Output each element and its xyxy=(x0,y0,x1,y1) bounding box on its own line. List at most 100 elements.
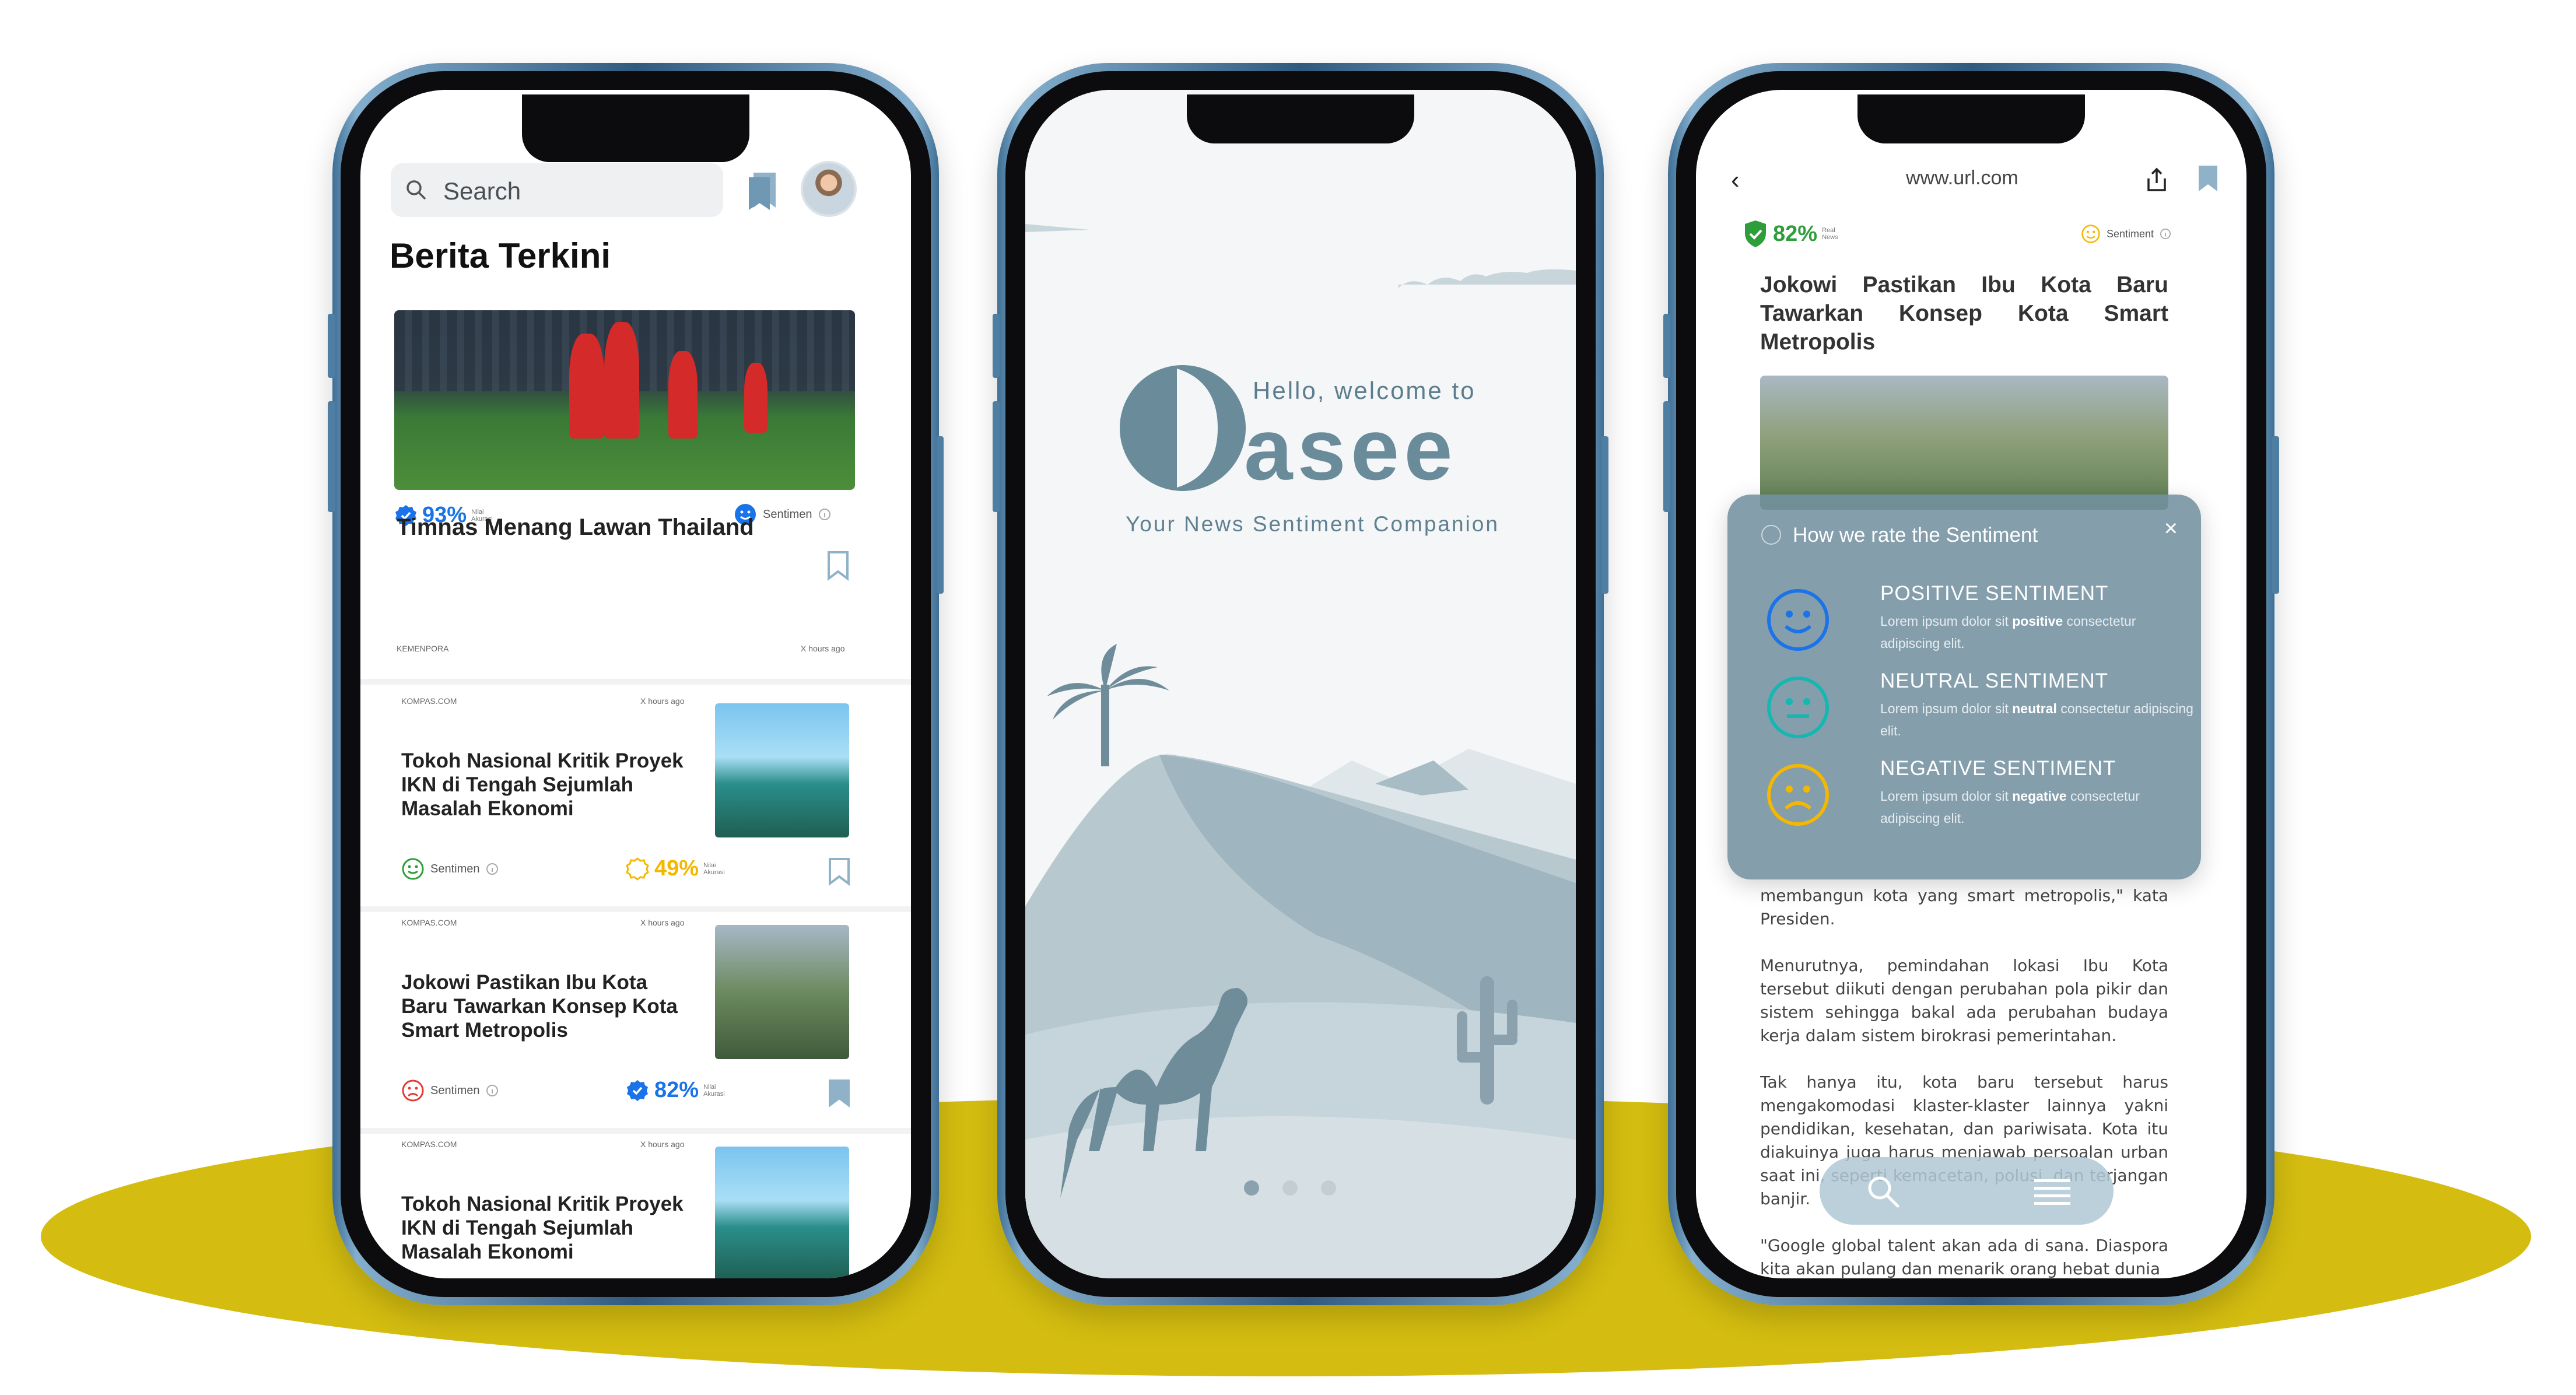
app-wordmark: asee xyxy=(1244,400,1457,498)
headline-line: Tawarkan Konsep Kota Smart xyxy=(1760,301,2168,326)
neutral-face-icon xyxy=(1767,677,1829,738)
info-icon xyxy=(486,1085,498,1096)
news-headline[interactable]: Tokoh Nasional Kritik Proyek IKN di Teng… xyxy=(401,749,699,821)
sentiment-name: NEUTRAL SENTIMENT xyxy=(1880,670,2109,692)
sentiment-description: Lorem ipsum dolor sit neutral consectetu… xyxy=(1880,701,2193,738)
article-image xyxy=(1760,376,2168,510)
warning-badge-icon xyxy=(626,857,649,881)
share-icon[interactable] xyxy=(2145,167,2168,192)
sentiment-indicator[interactable]: Sentimen xyxy=(401,857,499,881)
sentiment-name: NEGATIVE SENTIMENT xyxy=(1880,757,2116,780)
neutral-face-icon xyxy=(402,858,424,880)
negative-face-icon xyxy=(1767,764,1829,826)
negative-face-icon xyxy=(402,1079,424,1102)
bookmark-icon[interactable] xyxy=(826,551,850,581)
sentiment-label: Sentimen xyxy=(430,1084,480,1097)
accuracy-badge: 82% Real News xyxy=(1743,219,1838,248)
shield-check-icon xyxy=(1745,220,1766,247)
page-dot-active[interactable] xyxy=(1244,1180,1259,1196)
info-icon xyxy=(486,863,498,875)
phone-side-button xyxy=(993,401,1000,512)
news-time: X hours ago xyxy=(801,644,845,653)
info-icon xyxy=(1761,525,1781,545)
sentiment-name: POSITIVE SENTIMENT xyxy=(1880,582,2109,605)
phone-notch xyxy=(1857,94,2085,143)
menu-icon[interactable] xyxy=(2033,1177,2072,1207)
feed-screen: Search Berita Terkini 93% Nilai Akurasi S… xyxy=(360,90,911,1278)
accuracy-label: Real News xyxy=(1822,227,1838,241)
phone-side-button xyxy=(1663,401,1670,512)
info-icon xyxy=(2160,228,2171,240)
verified-badge-icon xyxy=(627,1079,648,1101)
oasee-logo-icon xyxy=(1120,365,1246,491)
sentiment-indicator[interactable]: Sentiment xyxy=(2081,224,2171,244)
page-indicator[interactable] xyxy=(1244,1180,1336,1196)
avatar[interactable] xyxy=(801,161,857,217)
news-card[interactable]: KOMPAS.COM X hours ago Tokoh Nasional Kr… xyxy=(360,1128,911,1278)
news-time: X hours ago xyxy=(640,696,685,706)
search-input[interactable]: Search xyxy=(391,163,723,217)
accuracy-label: Nilai Akurasi xyxy=(703,1083,725,1098)
search-icon xyxy=(406,180,426,199)
divider xyxy=(360,679,911,685)
news-source: KOMPAS.COM xyxy=(401,918,457,927)
search-placeholder: Search xyxy=(443,177,521,205)
news-source: KEMENPORA xyxy=(397,644,449,653)
phone-mockup-article: ‹ www.url.com 82% Real News Sentiment Jok… xyxy=(1663,63,2279,1305)
info-icon xyxy=(818,509,830,520)
news-headline[interactable]: Jokowi Pastikan Ibu Kota Baru Tawarkan K… xyxy=(401,970,699,1042)
headline-line: Metropolis xyxy=(1760,330,1876,355)
desert-illustration xyxy=(1025,224,1576,1278)
news-headline[interactable]: Tokoh Nasional Kritik Proyek IKN di Teng… xyxy=(401,1192,699,1264)
accuracy-value: 49% xyxy=(654,856,699,881)
accuracy-value: 82% xyxy=(654,1078,699,1102)
bookmark-icon[interactable] xyxy=(827,1079,851,1108)
close-button[interactable]: × xyxy=(2164,516,2178,542)
news-thumbnail xyxy=(715,925,849,1059)
back-icon[interactable]: ‹ xyxy=(1731,166,1740,195)
headline-line: Jokowi Pastikan Ibu Kota Baru xyxy=(1760,272,2168,297)
app-tagline: Your News Sentiment Companion xyxy=(1126,512,1499,536)
article-screen: ‹ www.url.com 82% Real News Sentiment Jok… xyxy=(1696,90,2246,1278)
sentiment-label: Sentiment xyxy=(2107,227,2154,240)
sentiment-legend-positive: POSITIVE SENTIMENT Lorem ipsum dolor sit… xyxy=(1766,582,2168,664)
sentiment-info-popup: How we rate the Sentiment × POSITIVE SEN… xyxy=(1727,495,2201,879)
article-paragraph: "Google global talent akan ada di sana. … xyxy=(1760,1236,2168,1278)
bookmarks-icon[interactable] xyxy=(745,170,781,211)
phone-side-button xyxy=(2272,436,2279,594)
popup-title: How we rate the Sentiment xyxy=(1793,524,2038,546)
floating-action-bar xyxy=(1820,1157,2114,1225)
url-bar[interactable]: www.url.com xyxy=(1906,167,2018,190)
news-source: KOMPAS.COM xyxy=(401,1140,457,1149)
phone-side-button xyxy=(328,401,335,512)
news-card[interactable]: KOMPAS.COM X hours ago Jokowi Pastikan I… xyxy=(360,906,911,1128)
article-paragraph: Menurutnya, pemindahan lokasi Ibu Kota t… xyxy=(1760,956,2168,1045)
bookmark-icon[interactable] xyxy=(2196,164,2220,194)
sentiment-description: Lorem ipsum dolor sit positive consectet… xyxy=(1880,614,2136,651)
news-time: X hours ago xyxy=(640,1140,685,1149)
phone-mockup-feed: Search Berita Terkini 93% Nilai Akurasi S… xyxy=(328,63,944,1305)
news-thumbnail xyxy=(715,1147,849,1278)
featured-headline[interactable]: Timnas Menang Lawan Thailand xyxy=(397,514,754,541)
sentiment-indicator[interactable]: Sentimen xyxy=(401,1079,499,1102)
page-dot[interactable] xyxy=(1321,1180,1336,1196)
player-figure xyxy=(668,351,698,439)
phone-side-button xyxy=(1663,314,1670,378)
search-icon[interactable] xyxy=(1865,1173,1901,1210)
accuracy-badge: 49% Nilai Akurasi xyxy=(625,856,725,881)
accuracy-value: 82% xyxy=(1773,221,1818,246)
phone-side-button xyxy=(1601,436,1608,594)
page-dot[interactable] xyxy=(1282,1180,1298,1196)
sentiment-legend-neutral: NEUTRAL SENTIMENT Lorem ipsum dolor sit … xyxy=(1766,670,2193,751)
sentiment-label: Sentimen xyxy=(763,507,812,521)
accuracy-badge: 82% Nilai Akurasi xyxy=(625,1078,725,1103)
article-headline: Jokowi Pastikan Ibu Kota Baru Tawarkan K… xyxy=(1760,271,2168,356)
page-title: Berita Terkini xyxy=(390,236,611,275)
featured-news-image[interactable] xyxy=(394,310,855,490)
player-figure xyxy=(604,322,639,439)
bookmark-icon[interactable] xyxy=(827,857,851,886)
news-time: X hours ago xyxy=(640,918,685,927)
news-card[interactable]: KOMPAS.COM X hours ago Tokoh Nasional Kr… xyxy=(360,685,911,906)
phone-mockup-welcome: Hello, welcome to asee Your News Sentime… xyxy=(993,63,1608,1305)
sentiment-legend-negative: NEGATIVE SENTIMENT Lorem ipsum dolor sit… xyxy=(1766,757,2168,839)
